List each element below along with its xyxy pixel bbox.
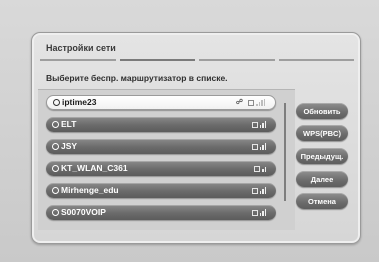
network-item-kt-wlan-c361[interactable]: KT_WLAN_C361 [46,161,276,176]
network-name: KT_WLAN_C361 [61,163,128,173]
network-item-mirhenge-edu[interactable]: Mirhenge_edu [46,183,276,198]
lock-icon [251,188,258,194]
refresh-button[interactable]: Обновить [296,103,348,119]
progress-step-4 [278,59,354,61]
wps-pbc-button[interactable]: WPS(PBC) [296,125,348,141]
network-settings-dialog: Настройки сети Выберите беспр. маршрутиз… [31,32,361,244]
dialog-title: Настройки сети [46,43,116,53]
network-name: iptime23 [62,97,97,107]
lock-icon [248,100,254,106]
network-item-s0070voip[interactable]: S0070VOIP [46,205,276,220]
signal-strength-icon [259,187,266,194]
next-button[interactable]: Далее [296,171,348,187]
radio-indicator-icon [52,165,59,172]
radio-indicator-icon [52,187,59,194]
network-name: S0070VOIP [61,207,106,217]
progress-step-1 [40,59,116,61]
previous-button[interactable]: Предыдущ. [296,148,348,164]
signal-strength-icon [256,99,265,106]
network-name: ELT [61,119,77,129]
radio-indicator-icon [53,99,60,106]
router-icon: ☍ [235,99,243,106]
signal-strength-icon [262,165,266,172]
network-name: JSY [61,141,78,151]
signal-strength-icon [259,143,266,150]
lock-icon [251,122,258,128]
lock-icon [251,210,258,216]
progress-step-2 [119,59,195,61]
network-item-jsy[interactable]: JSY [46,139,276,154]
signal-strength-icon [259,121,266,128]
list-scrollbar[interactable] [284,103,286,201]
radio-indicator-icon [52,121,59,128]
radio-indicator-icon [52,143,59,150]
network-name: Mirhenge_edu [61,185,119,195]
dialog-subtitle: Выберите беспр. маршрутизатор в списке. [46,73,228,83]
step-progress [40,59,354,61]
signal-strength-icon [259,209,266,216]
lock-icon [254,166,260,172]
network-item-elt[interactable]: ELT [46,117,276,132]
radio-indicator-icon [52,209,59,216]
progress-step-3 [199,59,275,61]
cancel-button[interactable]: Отмена [296,193,348,209]
network-item-iptime23[interactable]: iptime23 ☍ [46,95,276,110]
lock-icon [251,144,258,150]
